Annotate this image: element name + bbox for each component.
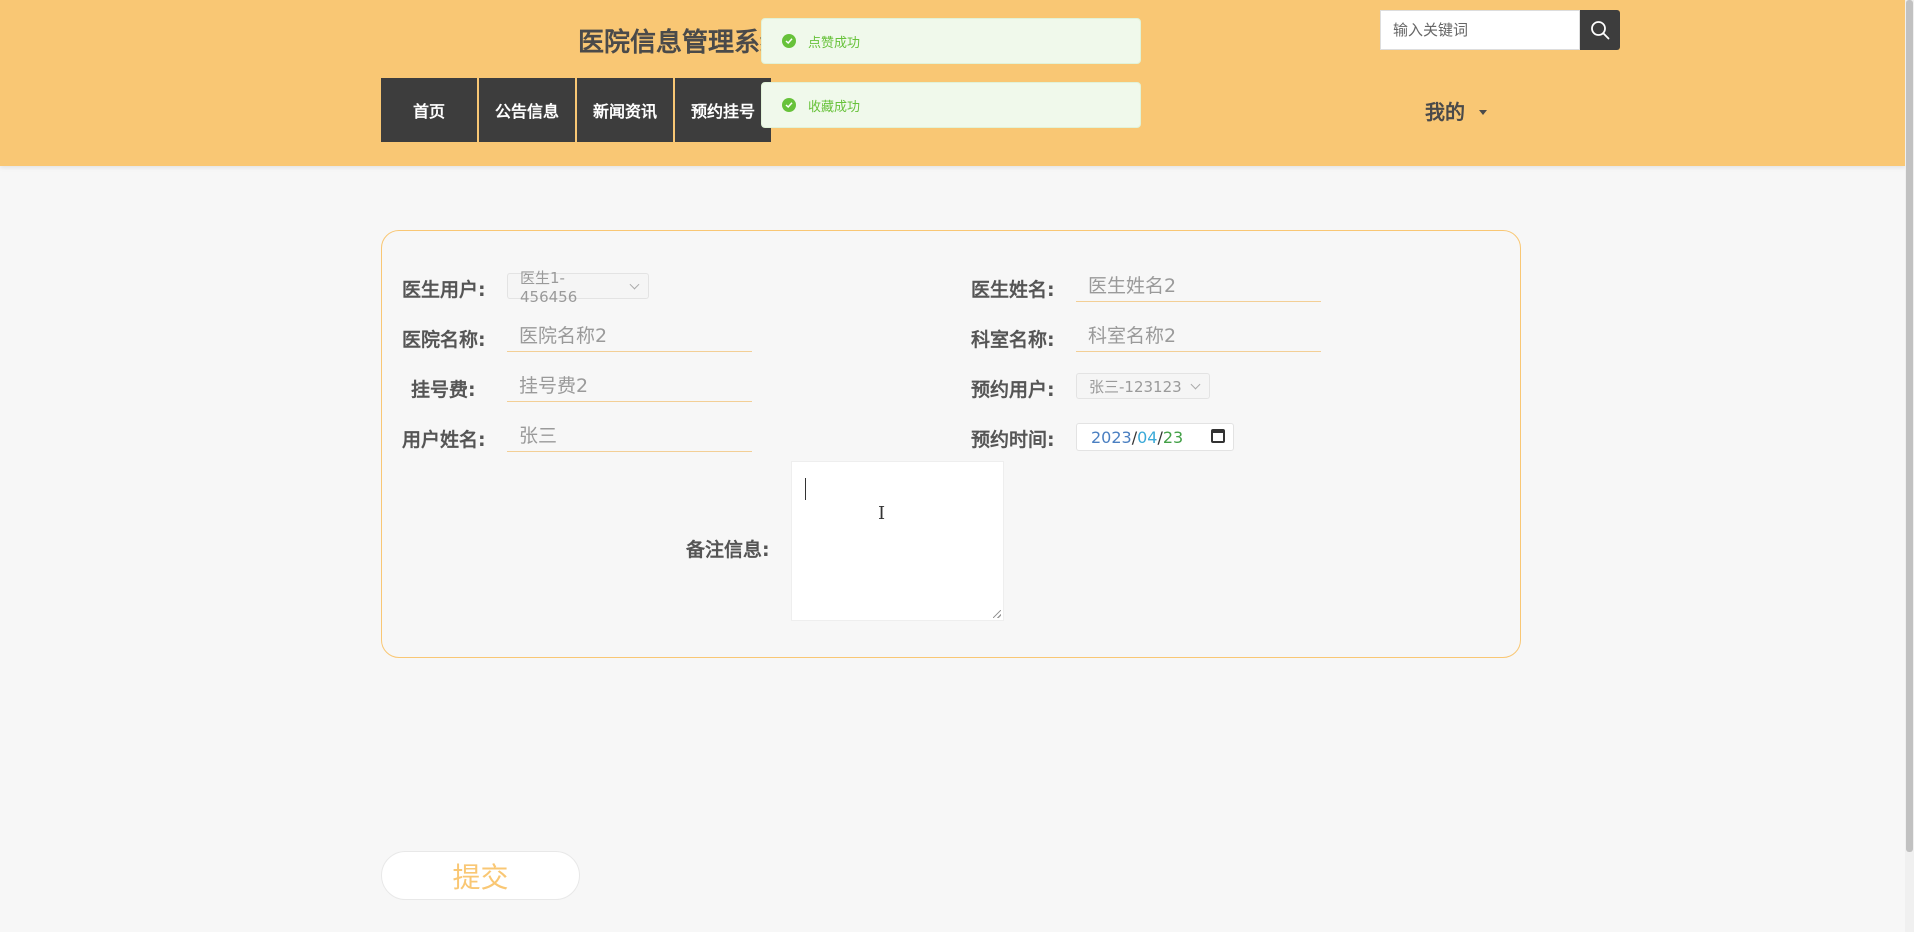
- date-day: 23: [1162, 427, 1184, 447]
- user-name-label: 用户姓名:: [402, 429, 486, 451]
- toast-message: 收藏成功: [808, 99, 861, 115]
- booking-time-label: 预约时间:: [971, 429, 1055, 451]
- toast-message: 点赞成功: [808, 35, 861, 51]
- fee-field[interactable]: 挂号费2: [507, 370, 752, 402]
- hospital-name-label: 医院名称:: [402, 329, 486, 351]
- calendar-icon[interactable]: [1211, 429, 1225, 443]
- booking-time-date-input[interactable]: 2023/04/23: [1076, 423, 1234, 451]
- doctor-user-select[interactable]: 医生1-456456: [507, 269, 649, 306]
- remark-textarea[interactable]: I: [791, 461, 1004, 621]
- doctor-user-label: 医生用户:: [402, 279, 486, 301]
- department-name-label: 科室名称:: [971, 329, 1055, 351]
- fee-label: 挂号费:: [411, 379, 476, 401]
- search-icon: [1591, 21, 1610, 40]
- toast-like-success: 点赞成功: [761, 18, 1141, 64]
- site-title: 医院信息管理系统: [578, 28, 787, 58]
- main-nav: 首页 公告信息 新闻资讯 预约挂号: [381, 78, 773, 142]
- doctor-name-label: 医生姓名:: [971, 279, 1055, 301]
- vertical-scrollbar[interactable]: [1905, 0, 1914, 932]
- nav-item-news[interactable]: 新闻资讯: [577, 78, 673, 142]
- text-cursor-icon: I: [878, 503, 886, 524]
- check-circle-icon: [782, 98, 796, 112]
- booking-user-label: 预约用户:: [971, 379, 1055, 401]
- chevron-down-icon: [1190, 379, 1201, 389]
- nav-item-announcements[interactable]: 公告信息: [479, 78, 575, 142]
- search-button[interactable]: [1580, 10, 1620, 50]
- hospital-name-field[interactable]: 医院名称2: [507, 320, 752, 352]
- booking-user-select[interactable]: 张三-123123: [1076, 373, 1210, 399]
- user-name-field[interactable]: 张三: [507, 420, 752, 452]
- caret-down-icon: [1479, 109, 1487, 115]
- my-menu-dropdown[interactable]: 我的: [1425, 96, 1487, 125]
- text-caret: [805, 478, 806, 500]
- doctor-name-field[interactable]: 医生姓名2: [1076, 270, 1321, 302]
- submit-button[interactable]: 提交: [381, 851, 580, 900]
- date-year: 2023: [1091, 427, 1132, 447]
- remark-label: 备注信息:: [686, 539, 770, 561]
- nav-item-appointment[interactable]: 预约挂号: [675, 78, 771, 142]
- doctor-user-value: 医生1-456456: [520, 268, 578, 306]
- nav-item-home[interactable]: 首页: [381, 78, 477, 142]
- chevron-down-icon: [629, 279, 640, 289]
- date-month: 04: [1137, 427, 1158, 447]
- search-input[interactable]: [1380, 10, 1580, 50]
- scrollbar-thumb[interactable]: [1906, 0, 1913, 852]
- booking-user-value: 张三-123123: [1089, 377, 1182, 396]
- my-menu-label: 我的: [1425, 100, 1465, 124]
- department-name-field[interactable]: 科室名称2: [1076, 320, 1321, 352]
- check-circle-icon: [782, 34, 796, 48]
- resize-handle-icon[interactable]: [993, 610, 1001, 618]
- toast-favorite-success: 收藏成功: [761, 82, 1141, 128]
